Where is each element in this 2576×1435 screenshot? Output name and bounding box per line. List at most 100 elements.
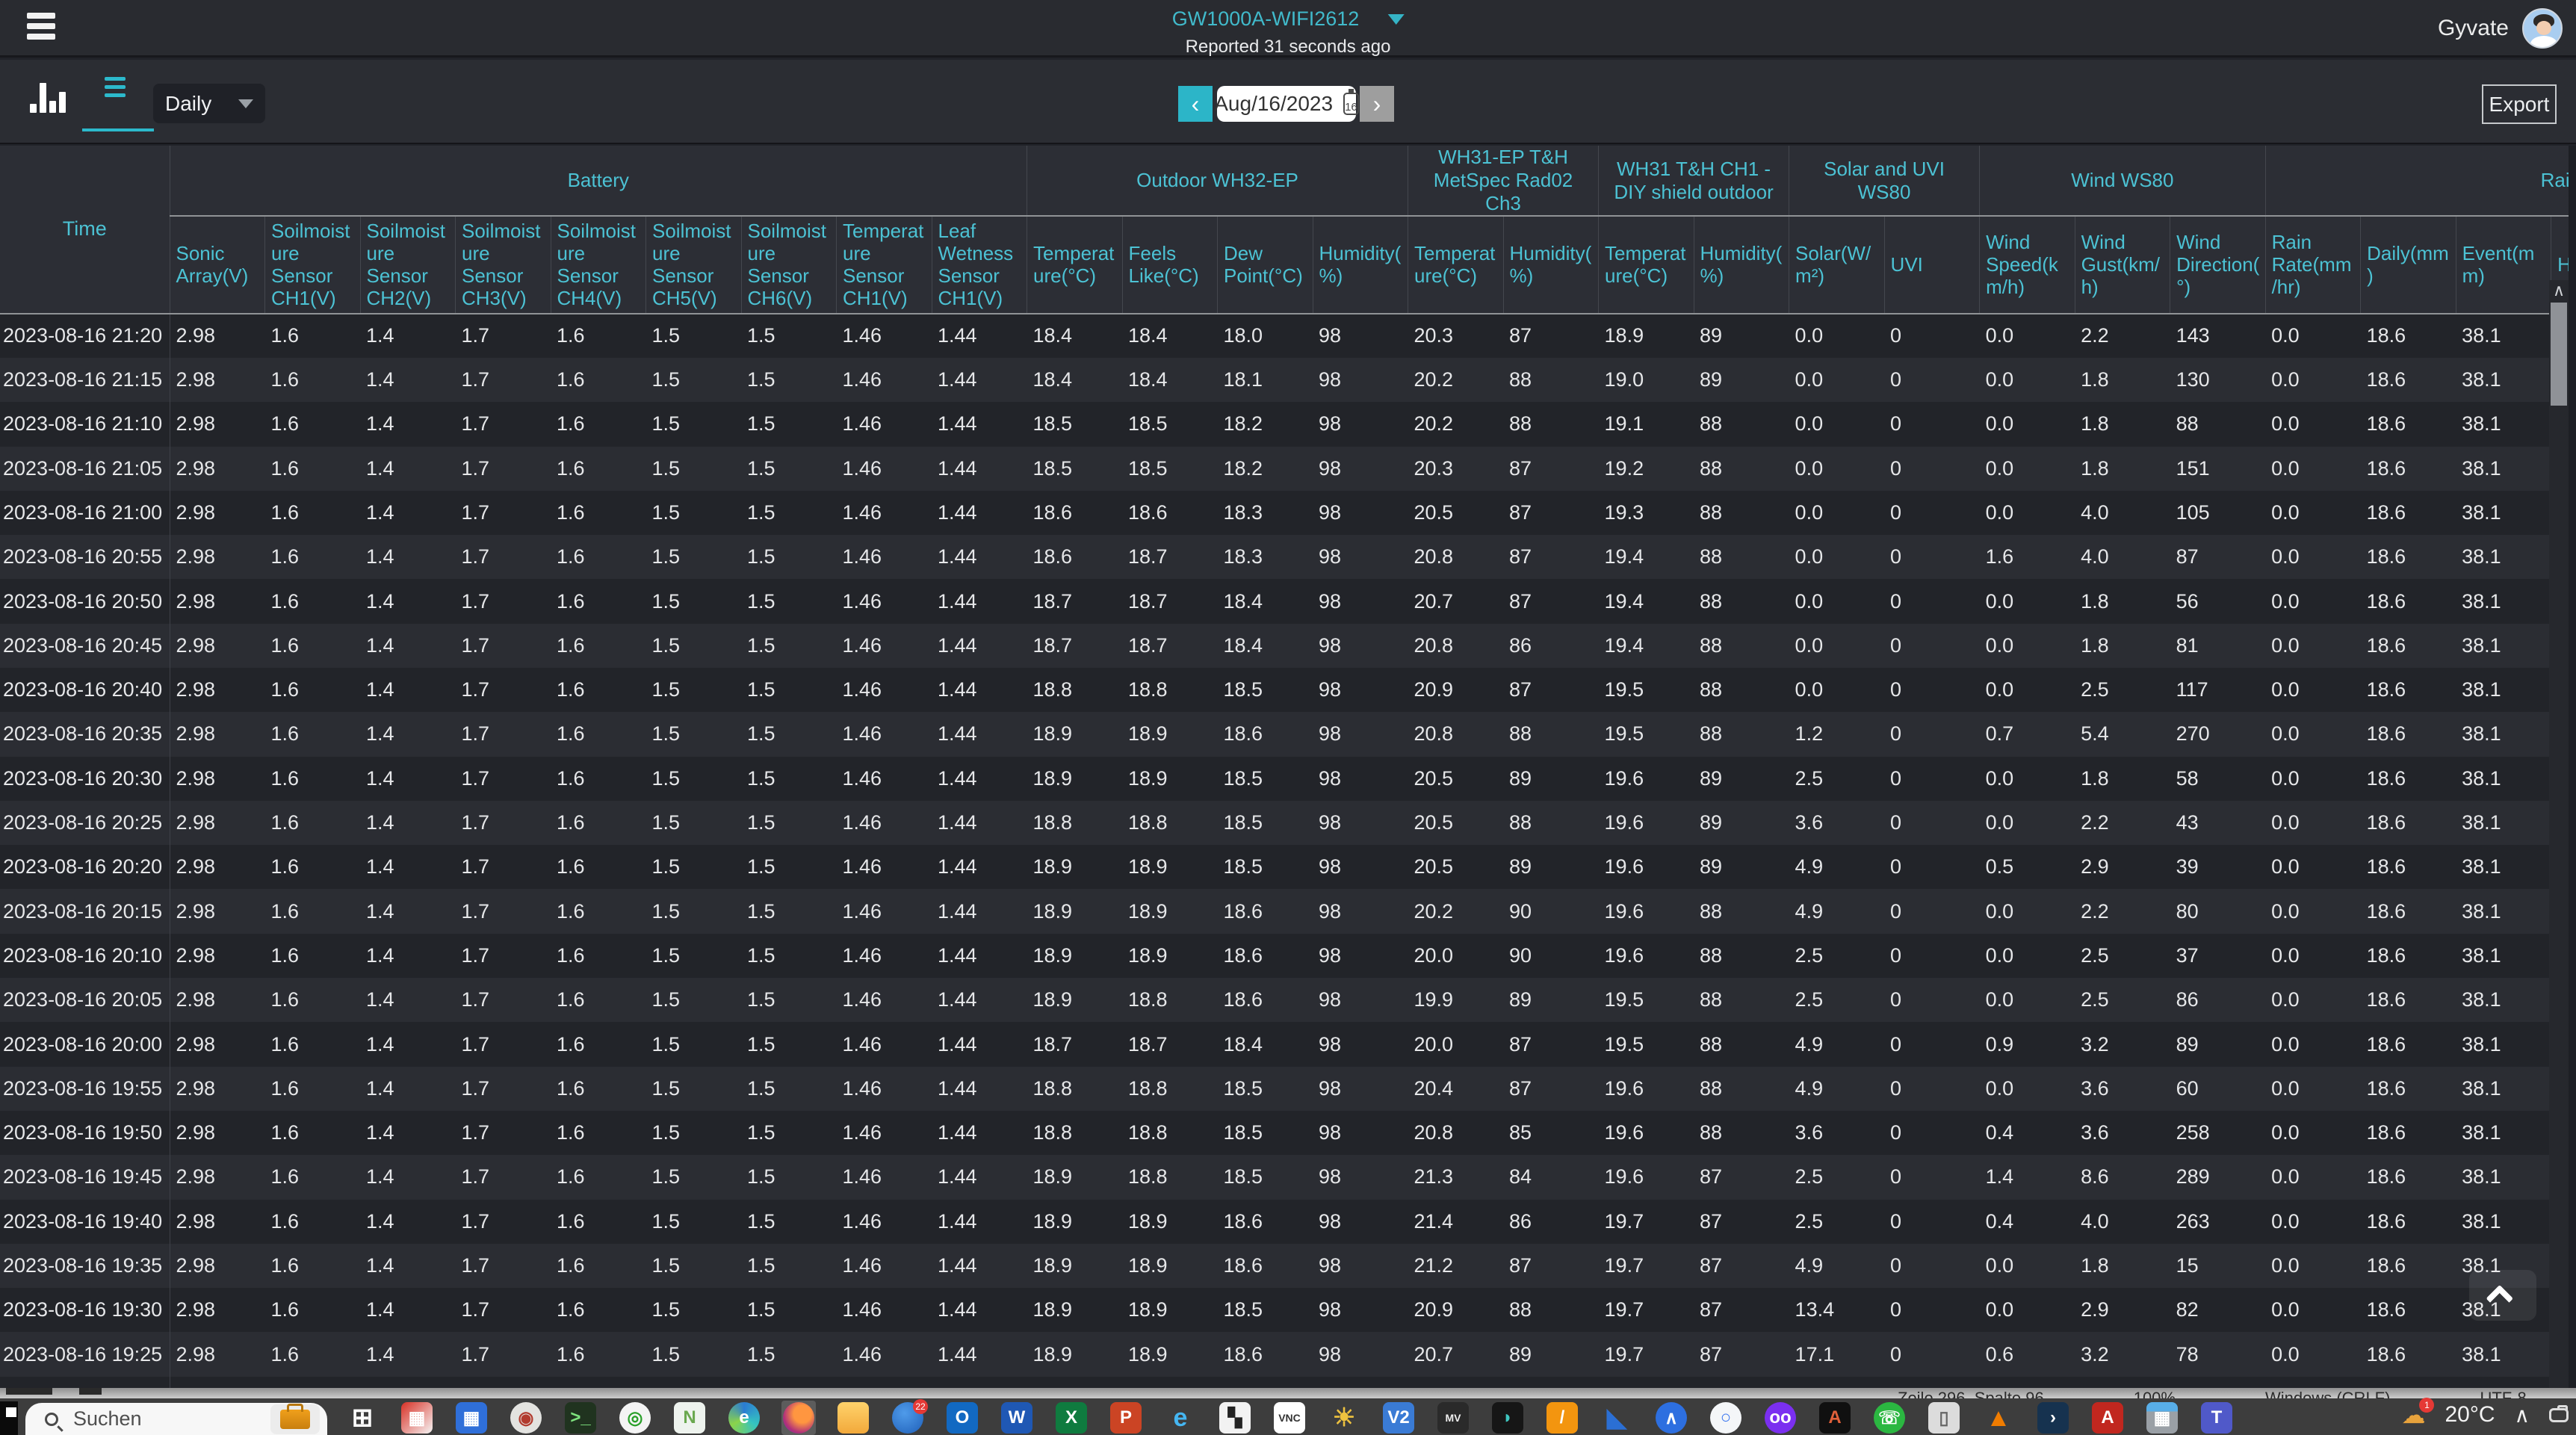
data-cell: 0	[1884, 314, 1980, 358]
data-cell: 87	[1503, 491, 1599, 535]
data-cell: 18.2	[1218, 402, 1313, 446]
firefox-icon[interactable]	[781, 1401, 816, 1435]
data-cell: 98	[1313, 1288, 1408, 1332]
movie-maker-icon[interactable]: MV	[1436, 1401, 1470, 1435]
bar-chart-icon	[30, 104, 37, 113]
device-dropdown-icon[interactable]	[1387, 14, 1404, 25]
edge-icon[interactable]: e	[727, 1401, 761, 1435]
search-highlight-app[interactable]	[270, 1404, 320, 1434]
scrollbar-up-icon[interactable]: ∧	[2549, 280, 2569, 301]
image-viewer-icon[interactable]: ▚	[1218, 1401, 1252, 1435]
powerpoint-icon[interactable]: P	[1109, 1401, 1143, 1435]
data-cell: 38.1	[2456, 358, 2551, 402]
data-cell: 19.5	[1599, 1022, 1694, 1066]
tray-weather-icon[interactable]: ☁ 1	[2401, 1401, 2425, 1429]
wireshark-icon[interactable]: ◣	[1600, 1401, 1634, 1435]
satellite-app-icon[interactable]: ◗	[1490, 1401, 1525, 1435]
user-avatar[interactable]	[2522, 8, 2563, 49]
export-button[interactable]: Export	[2482, 84, 2557, 124]
acrobat-icon[interactable]: A	[2090, 1401, 2125, 1435]
word-icon[interactable]: W	[1000, 1401, 1034, 1435]
data-cell: 0	[1884, 402, 1980, 446]
rainbow-a-app-icon[interactable]: A	[1818, 1401, 1852, 1435]
archive-app-icon[interactable]: ▯	[1927, 1401, 1961, 1435]
vlc-icon[interactable]: ▲	[1981, 1401, 2016, 1435]
hamburger-menu-icon[interactable]	[27, 13, 57, 44]
user-menu[interactable]: Gyvate	[2438, 8, 2563, 49]
whatsapp-icon[interactable]: ☏	[1872, 1401, 1907, 1435]
compass-icon[interactable]: ◉	[509, 1401, 543, 1435]
data-cell: 20.0	[1408, 934, 1504, 978]
notepad-plus-plus-icon[interactable]: N	[672, 1401, 707, 1435]
vertical-scrollbar[interactable]: ∧	[2549, 280, 2569, 1388]
data-cell: 0	[1884, 757, 1980, 801]
data-cell: 3.2	[2075, 1332, 2170, 1376]
time-cell: 2023-08-16 20:35	[0, 712, 170, 756]
group-header-outdoor-wh32-ep: Outdoor WH32-EP	[1027, 146, 1408, 216]
data-cell: 1.8	[2075, 624, 2170, 668]
time-cell: 2023-08-16 20:20	[0, 845, 170, 889]
owl-app-icon[interactable]: oo	[1763, 1401, 1798, 1435]
calculator-icon[interactable]: ▦	[2145, 1401, 2179, 1435]
data-cell: 4.9	[1789, 845, 1885, 889]
group-header-wind-ws80: Wind WS80	[1980, 146, 2266, 216]
previous-day-button[interactable]: ‹	[1178, 86, 1213, 122]
taskbar-search[interactable]: Suchen	[25, 1403, 327, 1435]
task-view-glyph: ⊞	[347, 1402, 378, 1434]
data-cell: 18.9	[1122, 1244, 1218, 1288]
scroll-to-top-button[interactable]	[2469, 1270, 2536, 1321]
vnc-viewer-icon[interactable]: VNC	[1272, 1401, 1307, 1435]
scrollbar-thumb[interactable]	[2551, 303, 2567, 406]
data-cell: 1.4	[360, 978, 456, 1022]
teams-icon[interactable]: T	[2199, 1401, 2234, 1435]
data-cell: 1.4	[360, 668, 456, 712]
time-cell: 2023-08-16 21:10	[0, 402, 170, 446]
calendar-icon[interactable]: ▦	[454, 1401, 489, 1435]
file-explorer-icon[interactable]	[836, 1401, 870, 1435]
list-view-button[interactable]	[105, 77, 126, 102]
data-cell: 1.6	[551, 1111, 646, 1155]
data-cell: 18.7	[1122, 535, 1218, 579]
tray-chevron-up-icon[interactable]: ∧	[2515, 1403, 2530, 1428]
data-cell: 0.0	[1980, 801, 2075, 845]
interval-select[interactable]: Daily	[153, 84, 265, 123]
data-cell: 88	[1503, 712, 1599, 756]
start-button[interactable]	[0, 1401, 18, 1435]
data-cell: 2.98	[170, 358, 265, 402]
signal-icon[interactable]: ○	[1709, 1401, 1743, 1435]
powershell-icon[interactable]: ›	[2036, 1401, 2070, 1435]
data-cell: 18.6	[2361, 845, 2456, 889]
task-view-icon[interactable]: ⊞	[345, 1401, 380, 1435]
data-cell: 18.6	[2361, 801, 2456, 845]
data-cell: 88	[1694, 712, 1789, 756]
data-cell: 8.6	[2075, 1155, 2170, 1199]
data-cell: 1.46	[837, 314, 932, 358]
data-cell: 98	[1313, 1244, 1408, 1288]
chart-view-button[interactable]	[30, 78, 66, 113]
green-ring-app-icon[interactable]: ◎	[618, 1401, 652, 1435]
nordvpn-icon[interactable]: ∧	[1654, 1401, 1688, 1435]
orange-swoosh-app-icon[interactable]: /	[1545, 1401, 1579, 1435]
next-day-button[interactable]: ›	[1360, 86, 1394, 122]
v2-app-icon[interactable]: V2	[1381, 1401, 1416, 1435]
data-cell: 87	[1694, 1332, 1789, 1376]
data-cell: 1.44	[932, 447, 1027, 491]
outlook-icon[interactable]: O	[945, 1401, 979, 1435]
data-cell: 1.8	[2075, 1377, 2170, 1388]
thunderbird-icon[interactable]: 22	[891, 1401, 925, 1435]
treesize-icon[interactable]: ▦	[400, 1401, 434, 1435]
device-name[interactable]: GW1000A-WIFI2612	[1172, 7, 1360, 31]
data-cell: 1.6	[551, 845, 646, 889]
table-row: 2023-08-16 19:552.981.61.41.71.61.51.51.…	[0, 1067, 2576, 1111]
internet-explorer-icon[interactable]: e	[1163, 1401, 1198, 1435]
statusbar-text: Zeile 296, Spalte 96	[1898, 1389, 2044, 1398]
excel-glyph: X	[1056, 1402, 1087, 1434]
terminal-icon[interactable]: >_	[563, 1401, 598, 1435]
data-cell: 19.5	[1599, 712, 1694, 756]
excel-icon[interactable]: X	[1054, 1401, 1089, 1435]
date-picker[interactable]: Aug/16/2023 16	[1217, 86, 1356, 122]
tray-temperature[interactable]: 20°C	[2445, 1402, 2495, 1428]
tray-camera-icon[interactable]	[2549, 1408, 2569, 1422]
weather-app-icon[interactable]: ☀	[1327, 1401, 1361, 1435]
table-row: 2023-08-16 19:402.981.61.41.71.61.51.51.…	[0, 1200, 2576, 1244]
